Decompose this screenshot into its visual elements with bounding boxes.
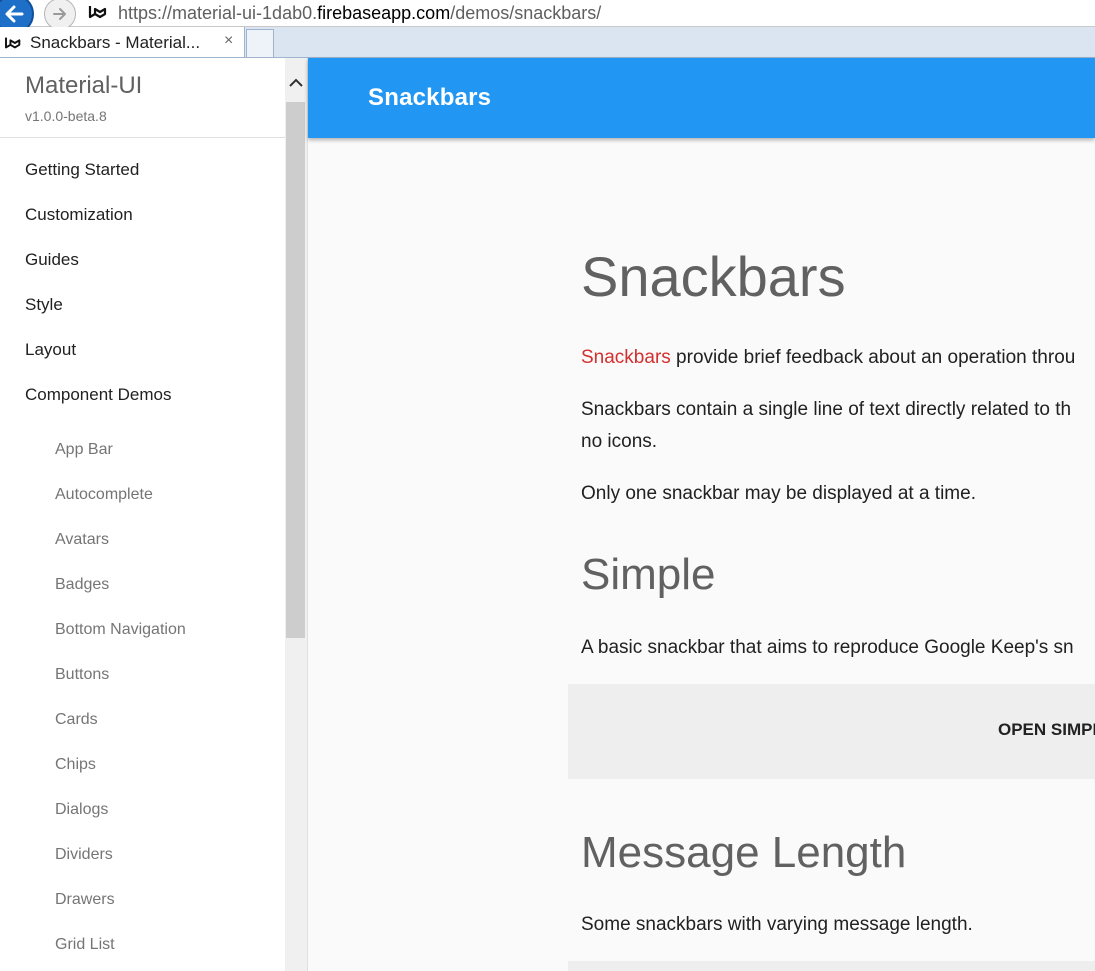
page-title: Snackbars (581, 245, 846, 308)
paragraph-2-line-1: Snackbars contain a single line of text … (581, 399, 1072, 420)
main-content: Snackbars Snackbars provide brief feedba… (308, 138, 1095, 971)
drawer-brand-title[interactable]: Material-UI (25, 72, 142, 100)
url-host: firebaseapp.com (317, 3, 451, 23)
simple-demo-area: OPEN SIMPL (568, 684, 1095, 779)
nav-item-style[interactable]: Style (25, 295, 63, 315)
nav-item-customization[interactable]: Customization (25, 205, 133, 225)
site-favicon-icon (88, 6, 107, 19)
tab-title: Snackbars - Material... (30, 33, 201, 52)
demo-item-grid-list[interactable]: Grid List (55, 936, 115, 954)
navigation-drawer: Material-UI v1.0.0-beta.8 Getting Starte… (0, 58, 285, 971)
simple-heading: Simple (581, 550, 716, 599)
app-bar: Snackbars (308, 58, 1095, 138)
message-length-heading: Message Length (581, 828, 907, 877)
paragraph-3: Only one snackbar may be displayed at a … (581, 483, 976, 504)
demo-item-badges[interactable]: Badges (55, 576, 109, 594)
tab-favicon-icon (5, 37, 21, 49)
demo-item-app-bar[interactable]: App Bar (55, 441, 113, 459)
intro-text: provide brief feedback about an operatio… (670, 347, 1076, 368)
browser-address-bar: https://material-ui-1dab0.firebaseapp.co… (0, 0, 1095, 34)
demo-item-autocomplete[interactable]: Autocomplete (55, 486, 153, 504)
demo-item-drawers[interactable]: Drawers (55, 891, 115, 909)
browser-tab-strip: Snackbars - Material... × (0, 27, 1095, 58)
demo-item-avatars[interactable]: Avatars (55, 531, 109, 549)
intro-paragraph: Snackbars provide brief feedback about a… (581, 342, 1075, 374)
demo-item-bottom-navigation[interactable]: Bottom Navigation (55, 621, 186, 639)
open-simple-snackbar-button[interactable]: OPEN SIMPL (998, 720, 1095, 740)
nav-item-layout[interactable]: Layout (25, 340, 76, 360)
browser-tab-active[interactable]: Snackbars - Material... × (0, 27, 245, 57)
simple-description: A basic snackbar that aims to reproduce … (581, 637, 1074, 658)
paragraph-2-line-2: no icons. (581, 431, 658, 452)
message-length-demo-area (568, 961, 1095, 971)
drawer-divider (0, 137, 285, 138)
back-arrow-icon (5, 5, 24, 23)
url-field[interactable]: https://material-ui-1dab0.firebaseapp.co… (118, 2, 601, 24)
demo-item-dialogs[interactable]: Dialogs (55, 801, 108, 819)
message-length-description: Some snackbars with varying message leng… (581, 914, 973, 935)
drawer-scrollbar[interactable] (285, 58, 308, 971)
demo-item-buttons[interactable]: Buttons (55, 666, 109, 684)
forward-button[interactable] (44, 0, 76, 30)
tab-close-icon[interactable]: × (224, 32, 233, 50)
scrollbar-thumb[interactable] (286, 102, 305, 638)
url-path: /demos/snackbars/ (450, 3, 602, 23)
url-prefix: https://material-ui-1dab0. (118, 3, 318, 23)
drawer-version: v1.0.0-beta.8 (25, 108, 107, 124)
demo-item-chips[interactable]: Chips (55, 756, 96, 774)
demo-item-dividers[interactable]: Dividers (55, 846, 113, 864)
demo-item-cards[interactable]: Cards (55, 711, 98, 729)
scroll-up-arrow-icon[interactable] (288, 78, 304, 88)
new-tab-button[interactable] (246, 29, 274, 57)
nav-item-component-demos[interactable]: Component Demos (25, 385, 171, 405)
nav-item-guides[interactable]: Guides (25, 250, 79, 270)
nav-item-getting-started[interactable]: Getting Started (25, 160, 139, 180)
snackbars-link[interactable]: Snackbars (581, 347, 671, 368)
forward-arrow-icon (53, 8, 66, 20)
app-bar-title: Snackbars (368, 84, 492, 111)
